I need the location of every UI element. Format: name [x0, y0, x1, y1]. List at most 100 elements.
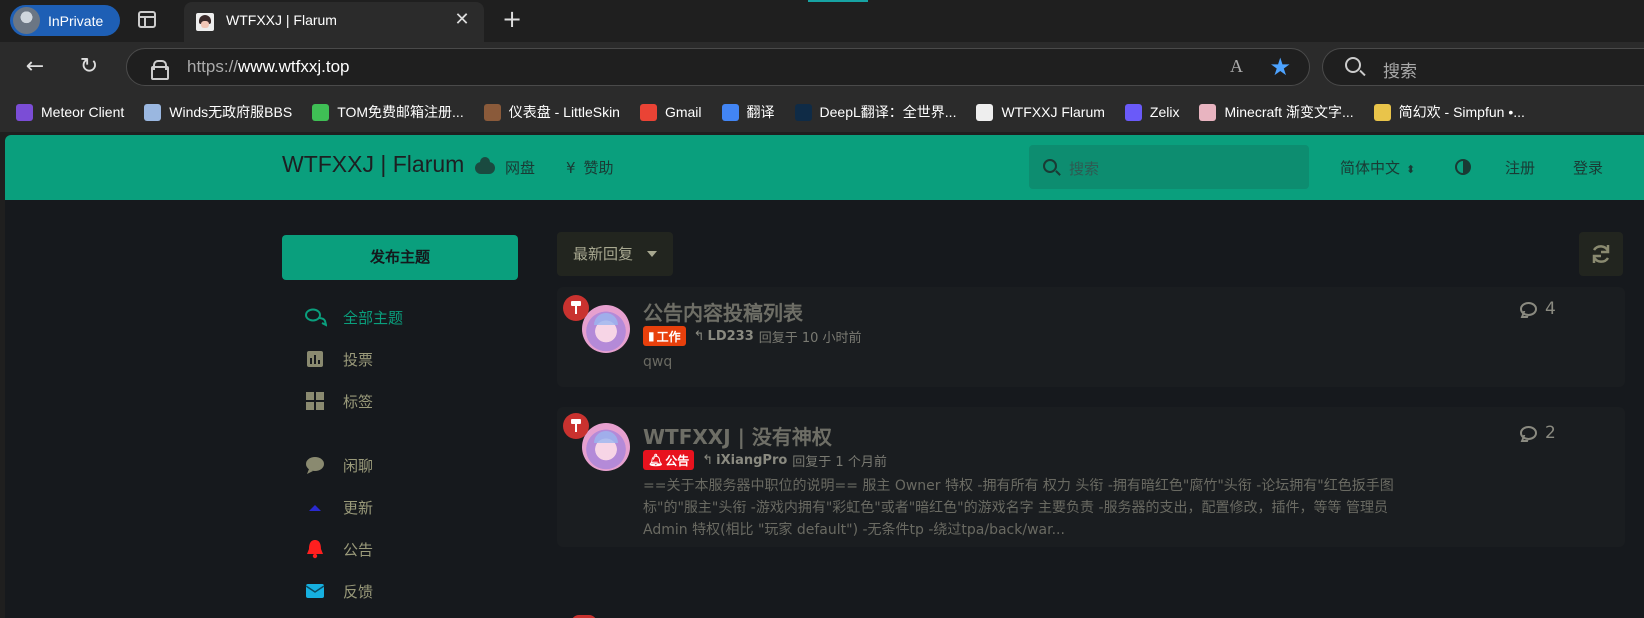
gmail-icon	[639, 103, 657, 121]
bookmark-item[interactable]: Winds无政府服BBS	[144, 102, 292, 122]
meteor-icon	[16, 103, 33, 121]
bookmark-label: DeepL翻译：全世界...	[819, 104, 957, 120]
pin-icon	[563, 413, 589, 439]
reply-count: 4	[1520, 299, 1556, 319]
browser-search-placeholder: 搜索	[1383, 62, 1417, 82]
sidebar-item-all-discussions[interactable]: 全部主题	[305, 305, 403, 329]
browser-tabstrip: InPrivate WTFXXJ | Flarum ✕ +	[0, 0, 1644, 42]
bookmark-label: Meteor Client	[41, 104, 125, 120]
discussion-title[interactable]: WTFXXJ | 没有神权	[643, 421, 832, 450]
sidebar-item-chat[interactable]: 闲聊	[305, 453, 373, 477]
signup-link[interactable]: 注册	[1505, 157, 1535, 178]
tag-badge[interactable]: 🔔︎ 公告	[643, 450, 695, 470]
avatar[interactable]	[582, 305, 630, 353]
bookmark-item[interactable]: Gmail	[639, 103, 702, 121]
refresh-discussions-button[interactable]	[1579, 232, 1623, 276]
favorite-star-icon[interactable]: ★	[1269, 53, 1291, 81]
bookmark-item[interactable]: TOM免费邮箱注册...	[312, 102, 464, 122]
wtfxxj-icon	[976, 103, 994, 121]
start-discussion-button[interactable]: 发布主题	[282, 235, 518, 280]
discussion-excerpt: qwq	[643, 354, 673, 370]
bookmark-item[interactable]: WTFXXJ Flarum	[976, 103, 1105, 121]
new-tab-button[interactable]: +	[498, 5, 526, 33]
arrow-up-icon	[305, 497, 327, 517]
winds-icon	[144, 103, 162, 121]
discussion-meta: ▮ 工作 ↰ LD233 回复于 10 小时前	[643, 326, 862, 346]
refresh-icon[interactable]: ↻	[74, 52, 104, 82]
bookmark-label: Winds无政府服BBS	[169, 104, 293, 120]
simpfun-icon	[1373, 103, 1391, 121]
discussion-excerpt: ==关于本服务器中职位的说明== 服主 Owner 特权 -拥有所有 权力 头衔…	[643, 478, 1394, 538]
sidebar-item-polls[interactable]: 投票	[305, 347, 373, 371]
language-selector[interactable]: 简体中文 ⬍	[1340, 157, 1415, 178]
bookmark-item[interactable]: Minecraft 渐变文字...	[1199, 102, 1354, 122]
tag-label: 公告	[665, 453, 690, 468]
site-header: WTFXXJ | Flarum 网盘 ¥ 赞助 搜索 简体中文 ⬍ 注册 登录	[5, 135, 1644, 200]
browser-search-box[interactable]: 搜索	[1322, 48, 1644, 86]
nav-link-label: 赞助	[583, 159, 614, 177]
nav-link-netdisk[interactable]: 网盘	[475, 156, 536, 178]
login-link[interactable]: 登录	[1573, 157, 1603, 178]
sidebar-item-updates[interactable]: 更新	[305, 495, 373, 519]
nav-link-sponsor[interactable]: ¥ 赞助	[566, 157, 614, 178]
discussion-item[interactable]: 公告内容投稿列表 ▮ 工作 ↰ LD233 回复于 10 小时前 qwq 4	[557, 287, 1625, 387]
site-brand[interactable]: WTFXXJ | Flarum	[282, 151, 464, 178]
site-search-input[interactable]: 搜索	[1029, 145, 1309, 189]
avatar[interactable]	[582, 423, 630, 471]
discussion-title[interactable]: 公告内容投稿列表	[643, 297, 803, 326]
read-aloud-icon[interactable]: A	[1230, 56, 1243, 77]
bookmark-item[interactable]: Meteor Client	[16, 103, 125, 121]
reply-count-value: 4	[1545, 299, 1556, 319]
url-text[interactable]: https://www.wtfxxj.top	[187, 57, 350, 77]
tags-grid-icon	[305, 391, 327, 411]
comment-icon	[1520, 426, 1537, 440]
bookmarks-bar: Meteor Client Winds无政府服BBS TOM免费邮箱注册... 仪表盘…	[0, 92, 1644, 132]
inprivate-label: InPrivate	[48, 12, 104, 29]
littleskin-icon	[483, 103, 501, 121]
tag-badge[interactable]: ▮ 工作	[643, 326, 686, 346]
back-arrow-icon[interactable]: ←	[20, 52, 50, 82]
palette-icon	[1199, 103, 1217, 121]
bookmark-item[interactable]: 仪表盘 - LittleSkin	[483, 102, 620, 122]
url-scheme: https://	[187, 57, 239, 76]
url-host: www.wtfxxj.top	[238, 57, 350, 76]
last-reply-time: 回复于 10 小时前	[758, 330, 862, 346]
envelope-icon	[305, 581, 327, 601]
bell-icon: 🔔︎	[648, 453, 664, 467]
last-reply-user[interactable]: LD233	[708, 329, 754, 344]
discussion-meta: 🔔︎ 公告 ↰ iXiangPro 回复于 1 个月前	[643, 450, 887, 470]
discussion-item[interactable]: WTFXXJ | 没有神权 🔔︎ 公告 ↰ iXiangPro 回复于 1 个月前…	[557, 407, 1625, 547]
tab-actions-icon[interactable]	[138, 11, 156, 28]
sidebar-item-feedback[interactable]: 反馈	[305, 579, 373, 603]
document-icon: ▮	[648, 329, 655, 343]
profile-avatar	[13, 7, 40, 34]
tab-close-icon[interactable]: ✕	[450, 8, 474, 32]
theme-toggle-icon[interactable]	[1455, 159, 1471, 175]
inprivate-badge[interactable]: InPrivate	[10, 5, 120, 36]
lock-icon[interactable]	[151, 60, 169, 80]
bookmark-label: Zelix	[1149, 104, 1180, 120]
address-bar[interactable]: https://www.wtfxxj.top A ★	[126, 48, 1310, 86]
tab-indicator	[808, 0, 868, 2]
reply-arrow-icon: ↰	[693, 328, 705, 344]
sidebar-item-tags[interactable]: 标签	[305, 389, 373, 413]
chat-bubble-icon	[305, 455, 327, 475]
bookmark-label: WTFXXJ Flarum	[1001, 104, 1105, 120]
bookmark-label: Gmail	[664, 104, 702, 120]
sort-dropdown[interactable]: 最新回复	[557, 232, 673, 276]
refresh-icon	[1592, 245, 1610, 263]
sidebar-item-announcements[interactable]: 公告	[305, 537, 373, 561]
pin-icon	[563, 295, 589, 321]
tab-title: WTFXXJ | Flarum	[226, 12, 337, 28]
sort-caret-icon: ⬍	[1406, 163, 1416, 176]
nav-link-label: 网盘	[505, 159, 536, 177]
bookmark-label: 简幻欢 - Simpfun •...	[1398, 104, 1525, 120]
active-tab[interactable]: WTFXXJ | Flarum ✕	[184, 2, 484, 42]
bookmark-item[interactable]: 翻译	[721, 102, 775, 122]
sidebar-item-label: 闲聊	[343, 456, 374, 475]
sidebar-item-label: 全部主题	[343, 308, 404, 327]
last-reply-user[interactable]: iXiangPro	[716, 453, 787, 468]
bookmark-item[interactable]: Zelix	[1124, 103, 1180, 121]
bookmark-item[interactable]: 简幻欢 - Simpfun •...	[1373, 102, 1525, 122]
bookmark-item[interactable]: DeepL翻译：全世界...	[794, 102, 957, 122]
